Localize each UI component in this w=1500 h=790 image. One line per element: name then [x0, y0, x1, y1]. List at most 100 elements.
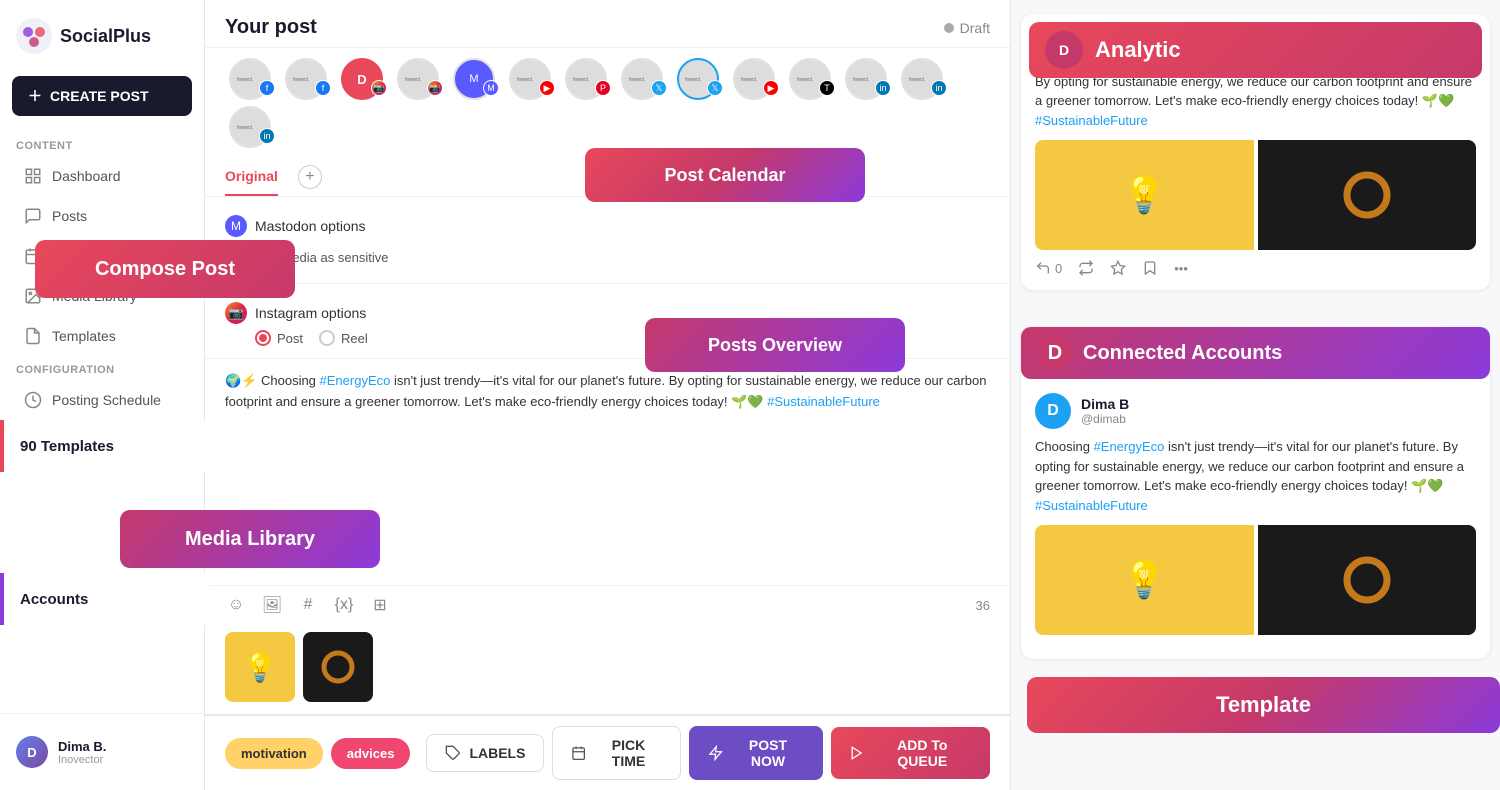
pick-time-button[interactable]: PICK TIME — [552, 726, 681, 780]
retweet-icon — [1078, 260, 1094, 276]
sidebar-item-templates[interactable]: Templates — [8, 317, 196, 355]
variable-icon[interactable]: {x} — [333, 594, 355, 616]
sidebar-item-posting-schedule[interactable]: Posting Schedule — [8, 381, 196, 419]
card1-bulb-icon: 💡 — [1122, 174, 1167, 216]
account-avatar-wrap[interactable]: hovect. in — [897, 58, 947, 100]
sidebar-item-dashboard[interactable]: Dashboard — [8, 157, 196, 195]
account-avatar-wrap[interactable]: hovect. in — [841, 58, 891, 100]
account-avatar-wrap[interactable]: hovect. in — [225, 106, 275, 148]
sidebar-item-media[interactable]: Media Library — [8, 277, 196, 315]
card1-images: 💡 — [1035, 140, 1476, 250]
reel-type-text: Reel — [341, 331, 368, 346]
account-avatar-wrap[interactable]: hovect. f — [281, 58, 331, 100]
add-to-queue-button[interactable]: ADD To QUEUE — [831, 727, 990, 779]
tab-original[interactable]: Original — [225, 158, 278, 196]
account-avatar-wrap[interactable]: hovect. f — [225, 58, 275, 100]
card1-actions: 0 ••• — [1035, 260, 1476, 276]
post-toolbar: ☺ 🖼 # {x} ⊞ 36 — [205, 585, 1010, 624]
sidebar-item-posts[interactable]: Posts — [8, 197, 196, 235]
post-type-label[interactable]: Post — [255, 330, 303, 346]
account-avatar-wrap[interactable]: hovect. T — [785, 58, 835, 100]
sidebar-accounts-label: Accounts — [52, 432, 110, 448]
star-action[interactable] — [1110, 260, 1126, 276]
image-thumb-black[interactable] — [303, 632, 373, 702]
post-textarea-section[interactable]: 🌍⚡ Choosing #EnergyEco isn't just trendy… — [205, 359, 1010, 585]
hashtag-icon[interactable]: # — [297, 594, 319, 616]
grid-toolbar-icon[interactable]: ⊞ — [369, 594, 391, 616]
motivation-tag[interactable]: motivation — [225, 738, 323, 769]
create-post-button[interactable]: ＋ CREATE POST — [12, 76, 192, 116]
queue-icon — [849, 745, 864, 761]
account-avatar-wrap[interactable]: hovect. ▶ — [729, 58, 779, 100]
card2-header: D Dima B @dimab — [1035, 393, 1476, 429]
card1-img-yellow: 💡 — [1035, 140, 1254, 250]
platform-badge-linkedin3: in — [259, 128, 275, 144]
post-text-content[interactable]: 🌍⚡ Choosing #EnergyEco isn't just trendy… — [225, 371, 990, 413]
sidebar-posts-label: Posts — [52, 208, 87, 224]
card1-img-black — [1258, 140, 1477, 250]
account-avatar-wrap[interactable]: hovect. P — [561, 58, 611, 100]
svg-text:hovect.: hovect. — [685, 77, 701, 83]
posts-icon — [24, 207, 42, 225]
account-avatar-wrap[interactable]: M M — [449, 58, 499, 100]
card2-user-info: Dima B @dimab — [1081, 396, 1129, 426]
platform-badge-linkedin: in — [875, 80, 891, 96]
more-action[interactable]: ••• — [1174, 261, 1188, 276]
labels-button[interactable]: LABELS — [426, 734, 544, 772]
content-section-label: Content — [0, 132, 204, 156]
card2-bulb-icon: 💡 — [1122, 559, 1167, 601]
mastodon-circle-icon: M — [225, 215, 247, 237]
svg-text:hovect.: hovect. — [909, 77, 925, 83]
posts-overview-button[interactable]: Posts Overview — [645, 318, 905, 372]
post-now-button[interactable]: POST NOW — [689, 726, 823, 780]
sidebar-schedule-label: Posting Schedule — [52, 392, 161, 408]
svg-text:hovect.: hovect. — [573, 77, 589, 83]
card2-avatar: D — [1035, 393, 1071, 429]
card2-user: D Dima B @dimab — [1035, 393, 1129, 429]
plus-icon: ＋ — [28, 86, 42, 106]
sidebar-dashboard-label: Dashboard — [52, 168, 121, 184]
user-info: Dima B. Inovector — [58, 739, 106, 766]
hashtag-sustainable: #SustainableFuture — [767, 394, 880, 409]
image-icon[interactable]: 🖼 — [261, 594, 283, 616]
platform-badge-instagram: 📷 — [371, 80, 387, 96]
templates-icon — [24, 327, 42, 345]
reel-type-label[interactable]: Reel — [319, 330, 368, 346]
mastodon-options-section: M Mastodon options Mark media as sensiti… — [205, 197, 1010, 284]
sidebar-calendar-label: Calendar — [52, 248, 109, 264]
instagram-label: 📷 Instagram options — [225, 302, 366, 324]
connected-accounts-text: D Connected Accounts — [1037, 335, 1282, 371]
post-calendar-button[interactable]: Post Calendar — [585, 148, 865, 202]
add-tab-button[interactable]: + — [298, 165, 322, 189]
advices-tag[interactable]: advices — [331, 738, 411, 769]
schedule-icon — [24, 391, 42, 409]
mark-sensitive-text: Mark media as sensitive — [249, 250, 388, 265]
sidebar-media-label: Media Library — [52, 288, 137, 304]
user-profile[interactable]: D Dima B. Inovector — [0, 726, 204, 778]
mark-sensitive-checkbox[interactable] — [225, 249, 241, 265]
draft-label: Draft — [960, 20, 990, 36]
account-avatar-wrap[interactable]: hovect. 📸 — [393, 58, 443, 100]
account-avatar-wrap[interactable]: D 📷 — [337, 58, 387, 100]
account-avatar-wrap[interactable]: hovect. ▶ — [505, 58, 555, 100]
post-header: Your post Draft — [205, 0, 1010, 48]
retweet-action[interactable] — [1078, 260, 1094, 276]
card2-text: Choosing #EnergyEco isn't just trendy—it… — [1035, 437, 1476, 515]
mark-sensitive-label[interactable]: Mark media as sensitive — [225, 249, 388, 265]
bookmark-action[interactable] — [1142, 260, 1158, 276]
account-avatar-wrap[interactable]: hovect. 𝕏 — [673, 58, 723, 100]
emoji-icon[interactable]: ☺ — [225, 594, 247, 616]
reel-radio[interactable] — [319, 330, 335, 346]
post-title: Your post — [225, 16, 317, 39]
template-overlay-text: Template — [1216, 692, 1311, 718]
sidebar-item-accounts[interactable]: Accounts — [8, 421, 196, 459]
mastodon-options-text: Mastodon options — [255, 218, 366, 234]
reply-action[interactable]: 0 — [1035, 260, 1062, 276]
post-radio[interactable] — [255, 330, 271, 346]
image-thumb-yellow[interactable]: 💡 — [225, 632, 295, 702]
sidebar-item-calendar[interactable]: Calendar — [8, 237, 196, 275]
account-avatar-wrap[interactable]: hovect. 𝕏 — [617, 58, 667, 100]
user-name: Dima B. — [58, 739, 106, 754]
card2-images: 💡 — [1035, 525, 1476, 635]
draft-dot — [944, 23, 954, 33]
